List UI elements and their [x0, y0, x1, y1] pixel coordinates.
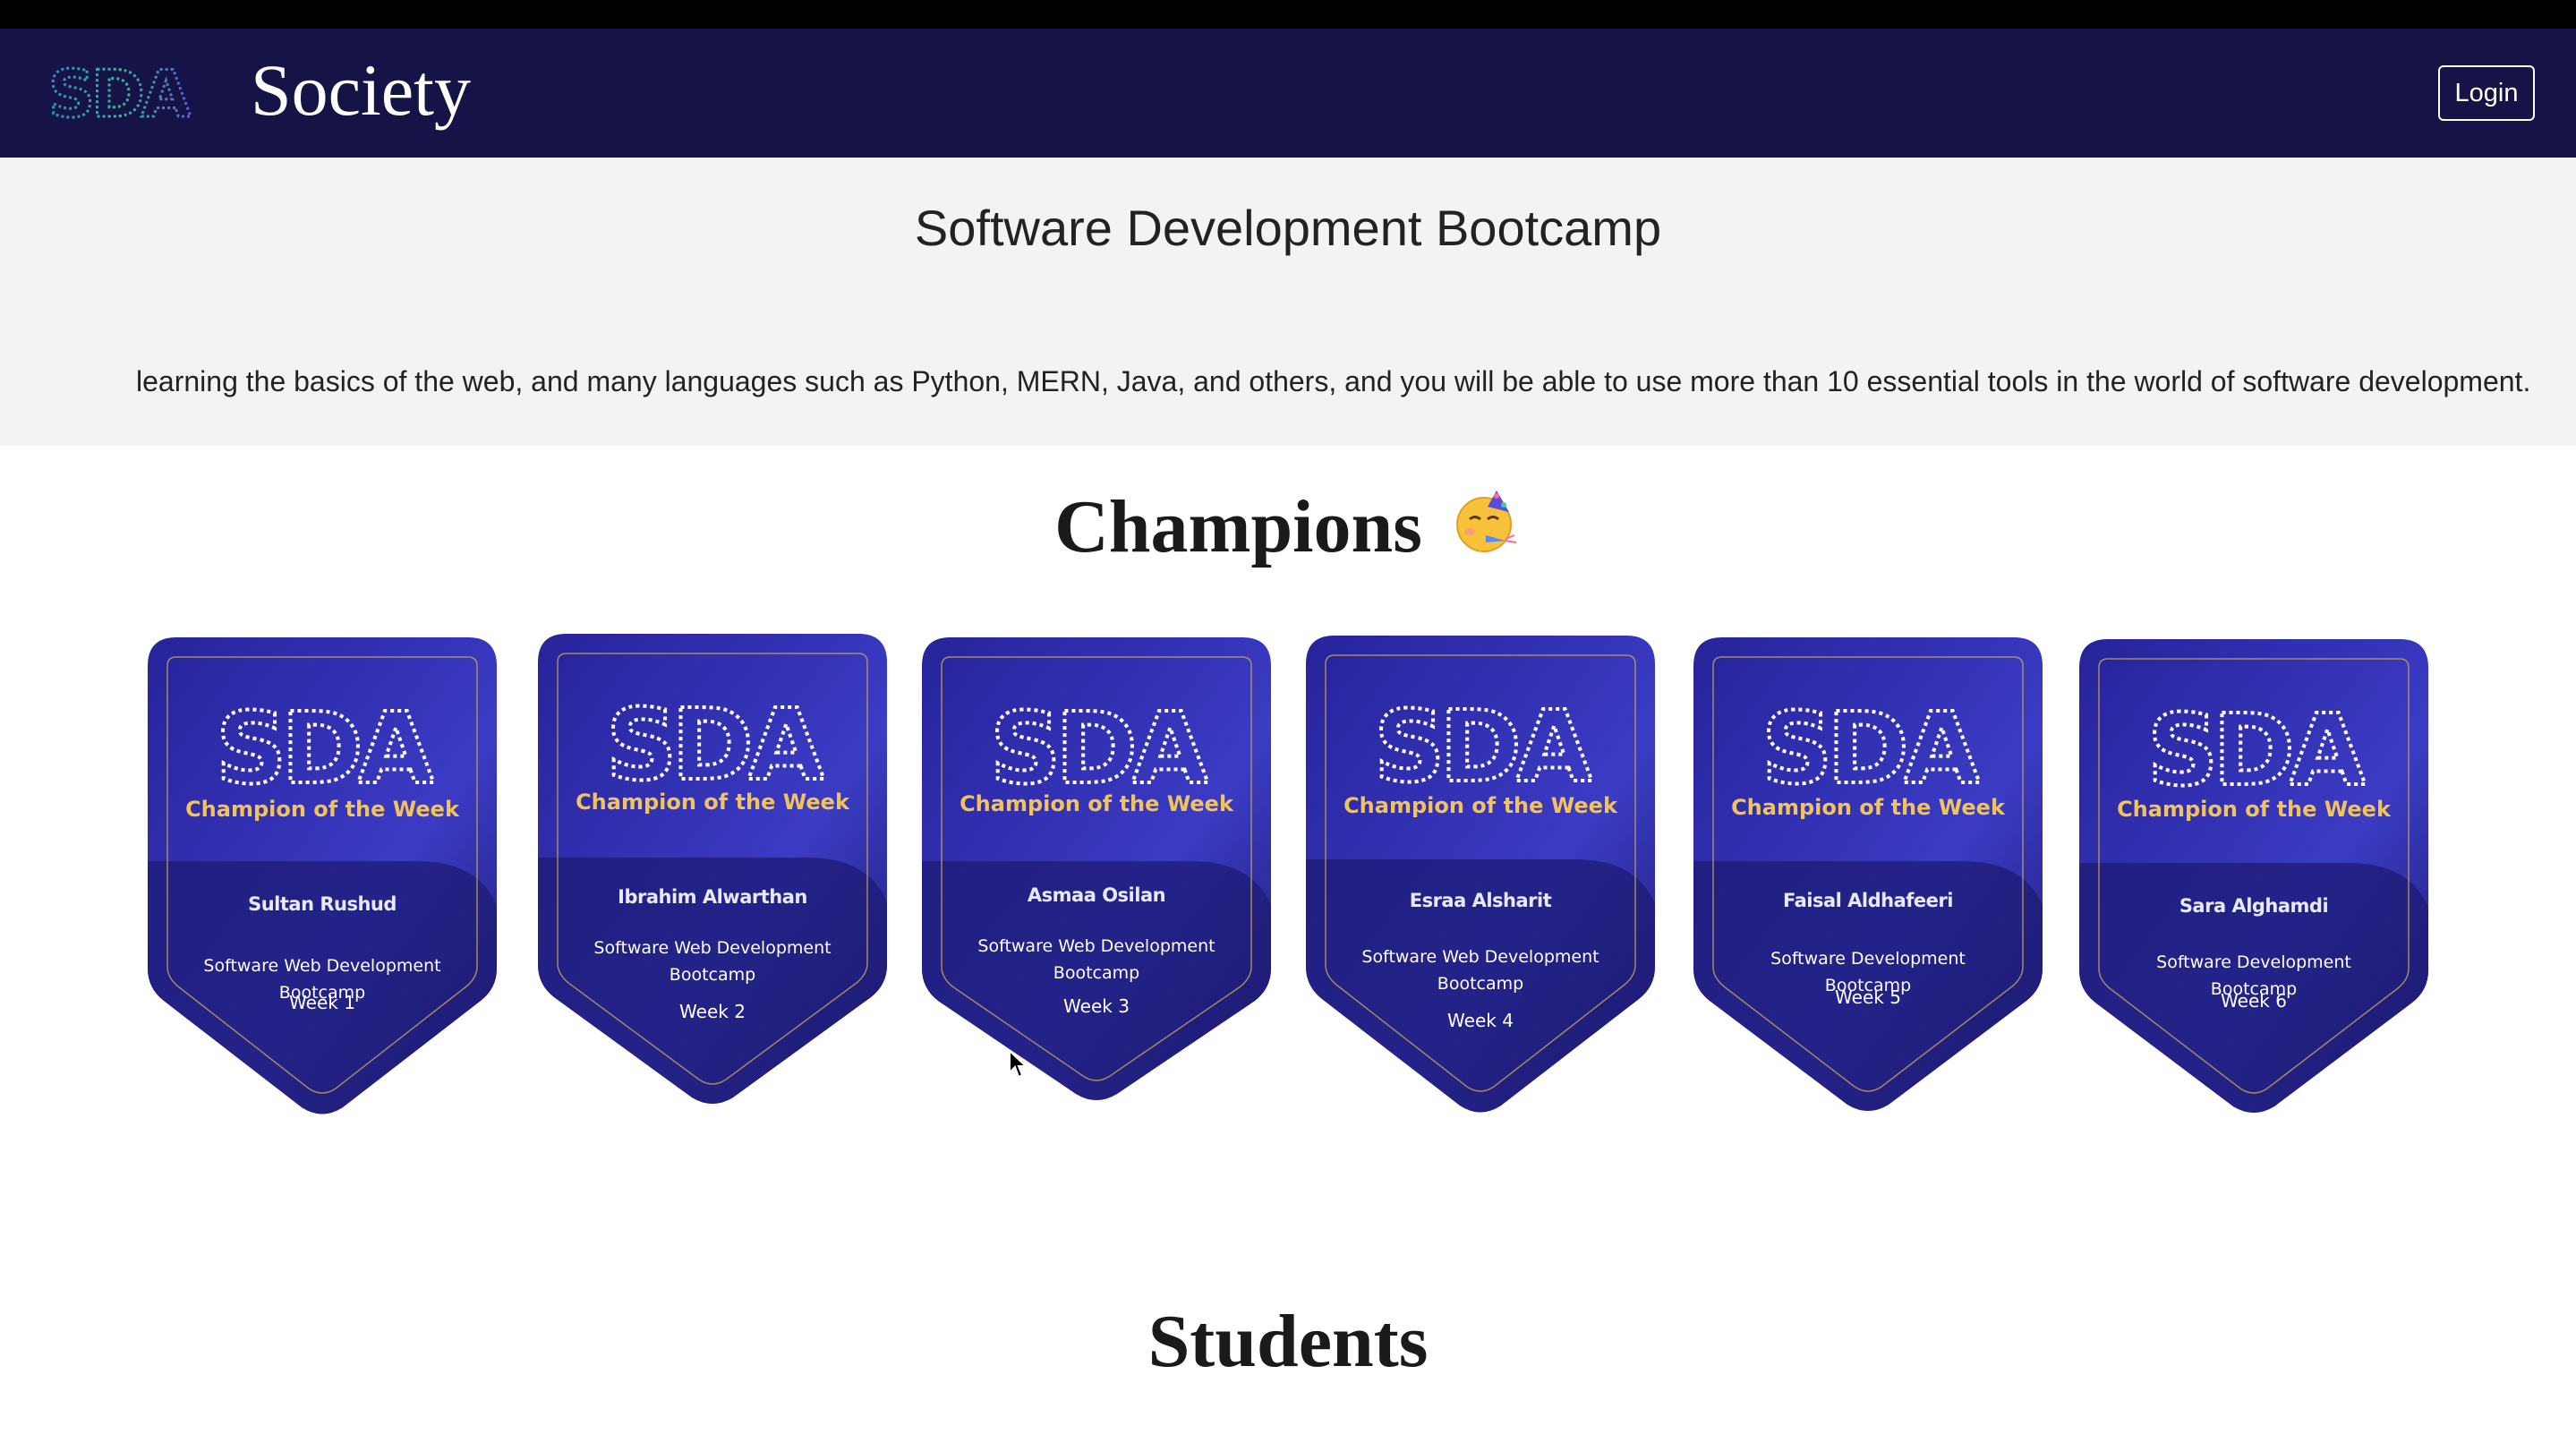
champion-week: Week 2: [679, 1001, 746, 1022]
badge-subtitle: Champion of the Week: [960, 791, 1233, 816]
champion-badge[interactable]: SDA Champion of the Week Sultan Rushud S…: [148, 637, 497, 1121]
badge-subtitle: Champion of the Week: [185, 797, 459, 822]
champion-week: Week 6: [2221, 990, 2287, 1012]
badge-shield-shape: SDA: [538, 634, 887, 1104]
badge-subtitle: Champion of the Week: [1343, 793, 1617, 818]
badge-subtitle: Champion of the Week: [1731, 795, 2005, 820]
badge-shield-shape: SDA: [148, 637, 497, 1114]
champion-name: Asmaa Osilan: [1027, 884, 1166, 906]
window-top-strip: [0, 0, 2576, 29]
champion-week: Week 4: [1447, 1010, 1514, 1031]
champion-badge[interactable]: SDA Champion of the Week Esraa Alsharit …: [1306, 636, 1655, 1119]
brand-name[interactable]: Society: [251, 41, 471, 140]
badge-shield-shape: SDA: [2079, 639, 2428, 1113]
badge-subtitle: Champion of the Week: [2117, 797, 2391, 822]
champion-week: Week 1: [289, 992, 355, 1013]
champion-name: Ibrahim Alwarthan: [618, 886, 807, 908]
champion-badge[interactable]: SDA Champion of the Week Sara Alghamdi S…: [2079, 639, 2428, 1123]
hero-section: Software Development Bootcamp learning t…: [0, 158, 2576, 446]
badge-logo: SDA: [216, 691, 434, 806]
badge-logo: SDA: [1374, 689, 1592, 804]
sda-logo[interactable]: SDA: [48, 61, 204, 124]
champions-heading: Champions: [0, 483, 2576, 570]
badge-shield-shape: SDA: [1306, 636, 1655, 1113]
champion-course: Software Web Development Bootcamp: [593, 938, 832, 985]
partying-face-icon: [1455, 491, 1517, 552]
mouse-cursor-icon: [1009, 1049, 1028, 1079]
champion-badge[interactable]: SDA Champion of the Week Ibrahim Alwarth…: [538, 634, 887, 1117]
champion-name: Esraa Alsharit: [1409, 890, 1552, 911]
champion-name: Sara Alghamdi: [2179, 895, 2329, 917]
champions-title: Champions: [1054, 485, 1422, 568]
badge-shield-shape: SDA: [922, 637, 1271, 1100]
badge-shield-shape: SDA: [1693, 637, 2043, 1111]
badge-logo: SDA: [606, 687, 824, 802]
champion-week: Week 5: [1835, 986, 1901, 1008]
champion-course: Software Web Development Bootcamp: [1361, 947, 1599, 994]
champion-name: Faisal Aldhafeeri: [1783, 890, 1953, 911]
champion-badge[interactable]: SDA Champion of the Week Faisal Aldhafee…: [1693, 637, 2043, 1121]
page-title: Software Development Bootcamp: [914, 200, 1662, 256]
login-button[interactable]: Login: [2438, 65, 2535, 121]
badge-logo: SDA: [1761, 691, 1980, 806]
champion-course: Software Web Development Bootcamp: [977, 936, 1215, 983]
navbar: SDA Society Login: [0, 29, 2576, 158]
champion-name: Sultan Rushud: [248, 893, 397, 915]
students-heading: Students: [1147, 1300, 1429, 1383]
hero-description: learning the basics of the web, and many…: [136, 365, 2531, 397]
badge-logo: SDA: [990, 691, 1208, 806]
badge-subtitle: Champion of the Week: [576, 790, 849, 815]
champion-week: Week 3: [1063, 995, 1130, 1017]
sda-logo-text: SDA: [48, 61, 192, 124]
badge-logo: SDA: [2147, 693, 2366, 807]
champion-badge[interactable]: SDA Champion of the Week Asmaa Osilan So…: [922, 637, 1271, 1121]
